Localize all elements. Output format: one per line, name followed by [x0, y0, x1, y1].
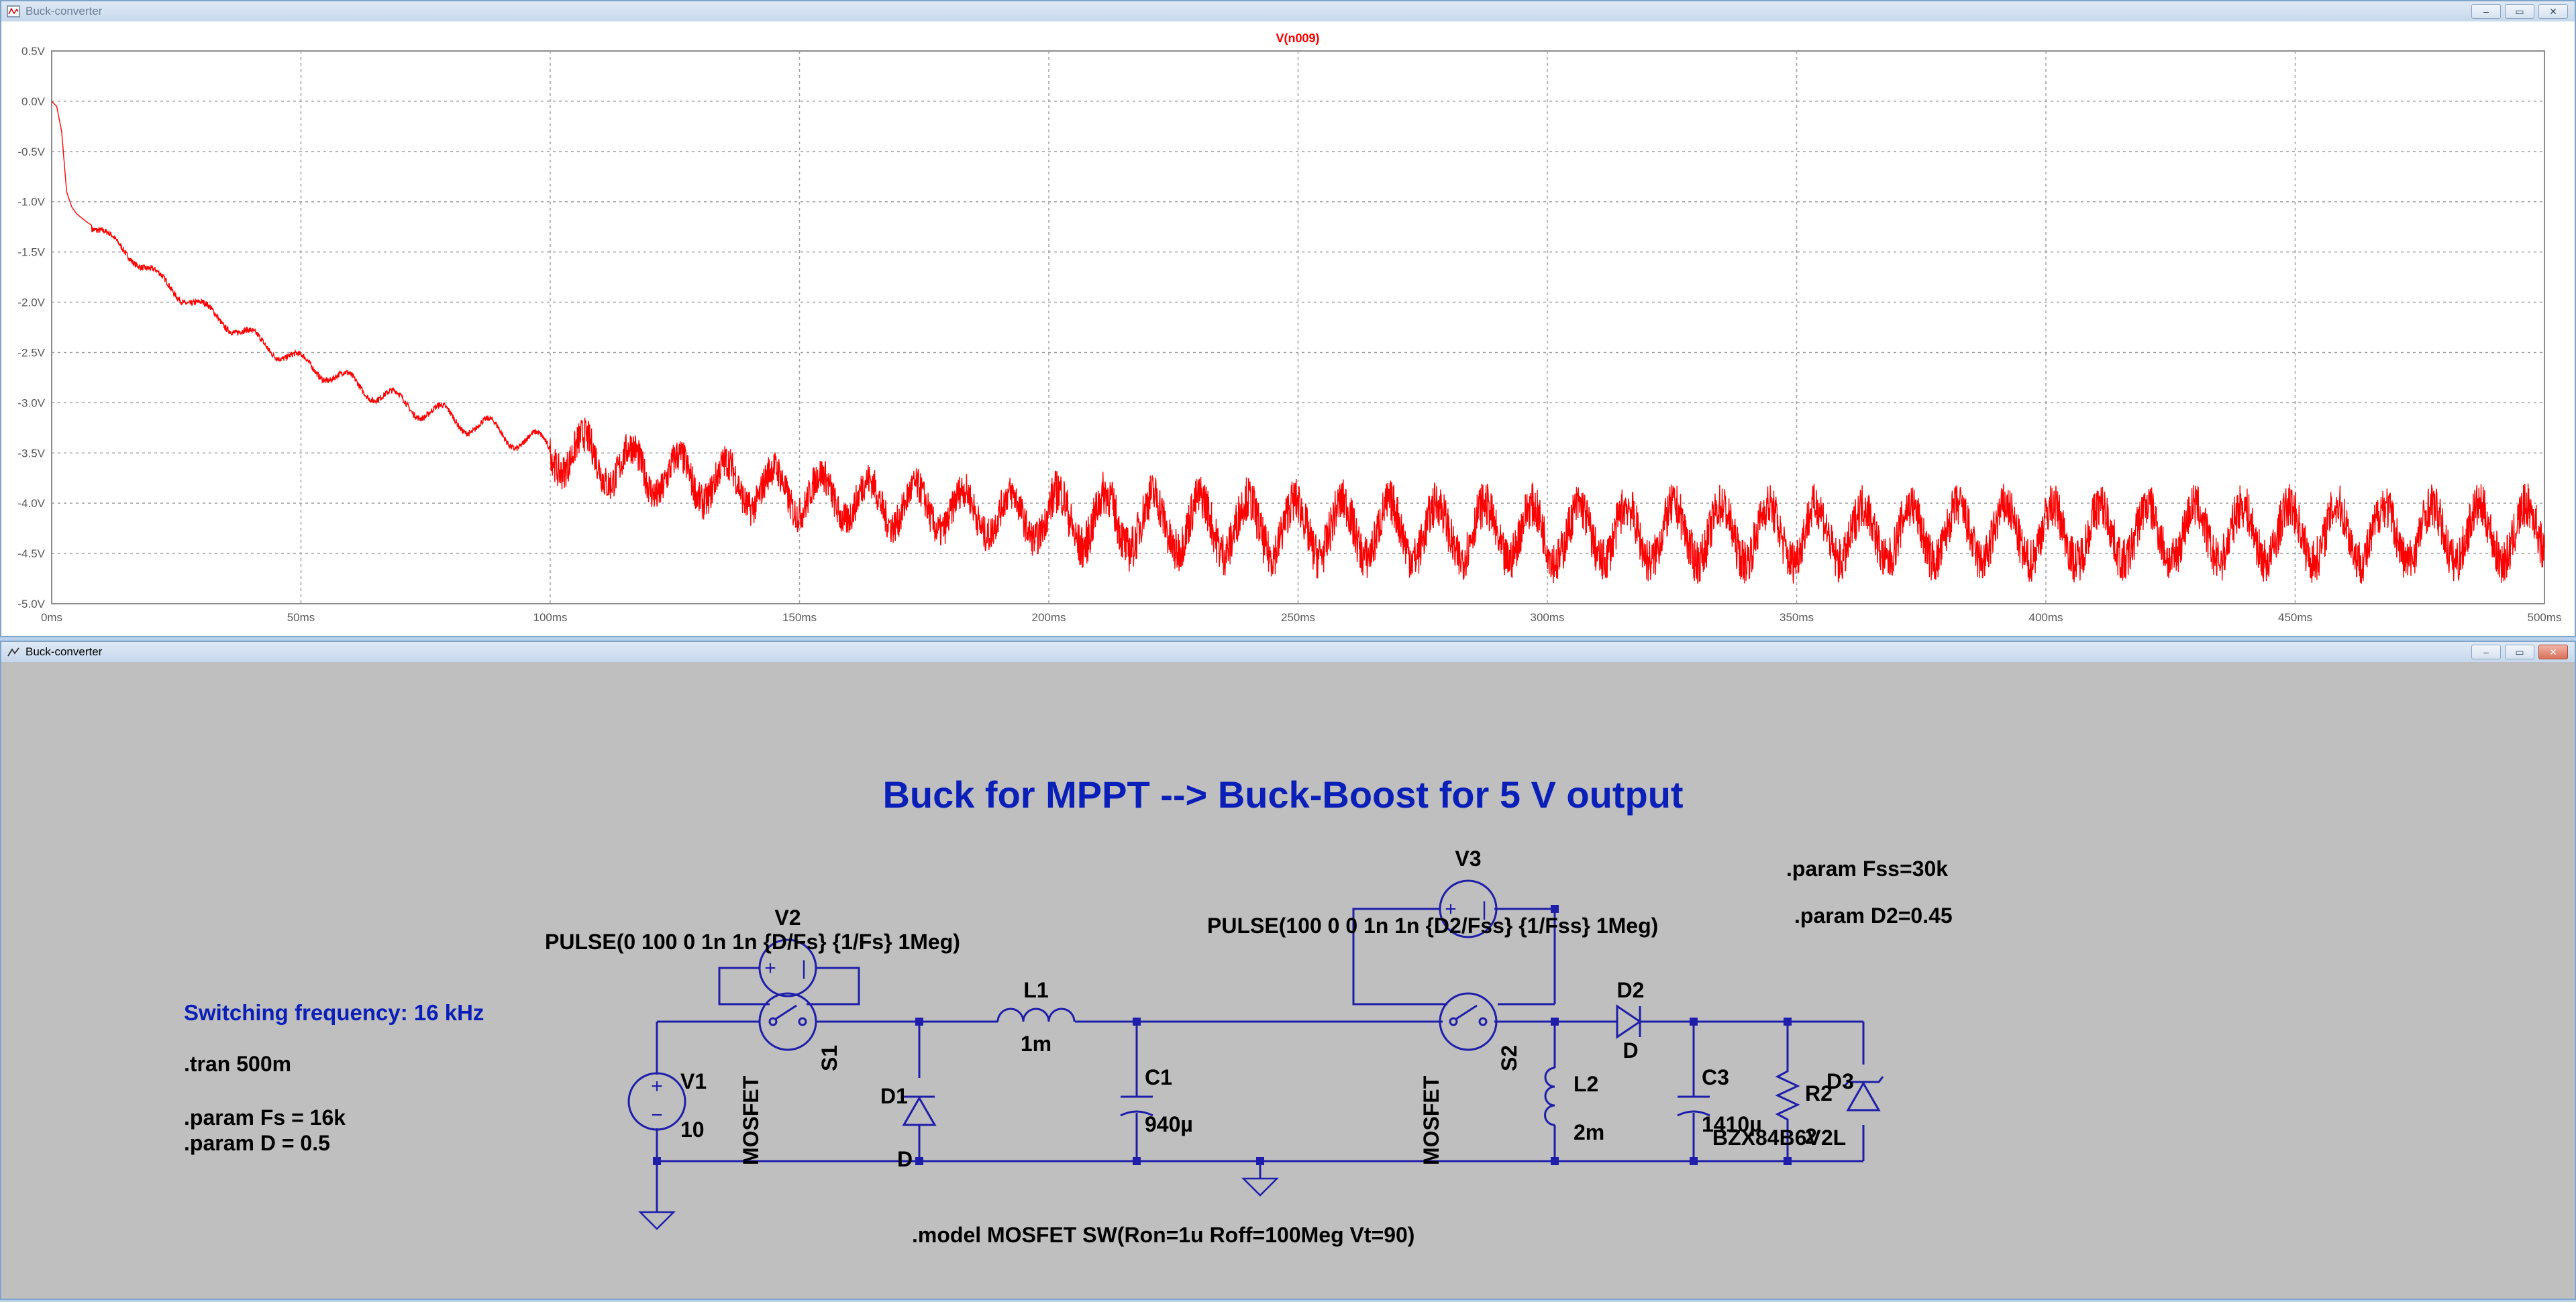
y-tick-label: -4.5V: [17, 547, 45, 560]
diode-d2[interactable]: [1616, 1004, 1642, 1039]
x-tick-label: 100ms: [533, 611, 567, 624]
y-tick-label: -2.0V: [17, 296, 45, 309]
inductor-l2[interactable]: [1544, 1067, 1555, 1126]
y-tick-label: -3.0V: [17, 396, 45, 409]
waveform-plot[interactable]: V(n009) 0ms 50ms 100ms 150ms 200ms 250ms 300ms…: [1, 21, 2575, 636]
plot-area[interactable]: V(n009) 0ms 50ms 100ms 150ms 200ms 250ms 300ms…: [1, 21, 2575, 636]
s1-label: S1: [817, 1045, 841, 1071]
l1-label: L1: [1023, 978, 1048, 1002]
x-tick-label: 50ms: [287, 611, 315, 624]
trace-name-label[interactable]: V(n009): [1276, 32, 1319, 45]
plot-window[interactable]: Buck-converter – ▭ ✕ V(n009) 0ms 50ms 100m…: [0, 0, 2576, 637]
schematic-heading[interactable]: Buck for MPPT --> Buck-Boost for 5 V out…: [882, 773, 1683, 816]
y-tick-label: -1.5V: [17, 246, 45, 259]
svg-text:|: |: [801, 957, 807, 979]
y-tick-label: -4.0V: [17, 497, 45, 510]
d3-label: D3: [1826, 1069, 1854, 1093]
switching-frequency-note[interactable]: Switching frequency: 16 kHz: [184, 1000, 484, 1025]
c1-value: 940µ: [1145, 1112, 1193, 1136]
voltage-source-v1[interactable]: + −: [627, 1072, 686, 1131]
y-tick-label: -1.0V: [17, 196, 45, 209]
v2-value: PULSE(0 100 0 1n 1n {D/Fs} {1/Fs} 1Meg): [545, 930, 960, 954]
v3-label: V3: [1455, 847, 1481, 871]
v1-label: V1: [680, 1069, 707, 1093]
plot-titlebar[interactable]: Buck-converter – ▭ ✕: [1, 1, 2575, 21]
s1-model: MOSFET: [739, 1075, 763, 1165]
c1-label: C1: [1145, 1065, 1172, 1089]
switch-s2[interactable]: [1439, 992, 1498, 1051]
inductor-l1[interactable]: [996, 1008, 1076, 1022]
y-tick-label: -3.5V: [17, 447, 45, 459]
restore-button[interactable]: ▭: [2505, 4, 2534, 19]
minimize-button[interactable]: –: [2471, 4, 2501, 19]
y-tick-label: -0.5V: [17, 146, 45, 158]
d1-label: D1: [880, 1084, 908, 1108]
schematic-drawing[interactable]: Buck for MPPT --> Buck-Boost for 5 V out…: [1, 662, 2575, 1299]
l1-value: 1m: [1021, 1032, 1051, 1056]
v1-value: 10: [680, 1118, 705, 1142]
l2-label: L2: [1574, 1072, 1598, 1096]
x-tick-label: 500ms: [2527, 611, 2561, 624]
schematic-titlebar[interactable]: Buck-converter – ▭ ✕: [1, 642, 2575, 662]
y-tick-label: 0.5V: [21, 45, 46, 58]
d1-model: D: [897, 1147, 913, 1171]
l2-value: 2m: [1574, 1120, 1604, 1144]
resistor-r2[interactable]: [1775, 1065, 1800, 1125]
plot-window-title: Buck-converter: [25, 5, 103, 17]
restore-button[interactable]: ▭: [2505, 645, 2534, 659]
ground-icon: [637, 1177, 1280, 1230]
svg-text:−: −: [651, 1104, 663, 1126]
diode-d1[interactable]: [902, 1095, 937, 1126]
x-tick-label: 150ms: [782, 611, 817, 624]
tran-directive[interactable]: .tran 500m: [184, 1052, 291, 1076]
close-button[interactable]: ✕: [2538, 4, 2568, 19]
y-tick-label: -2.5V: [17, 346, 45, 359]
param-d2-directive[interactable]: .param D2=0.45: [1794, 904, 1953, 928]
schematic-canvas[interactable]: Buck for MPPT --> Buck-Boost for 5 V out…: [1, 662, 2575, 1299]
x-tick-label: 450ms: [2278, 611, 2312, 624]
minimize-button[interactable]: –: [2471, 645, 2501, 659]
switch-s1[interactable]: [758, 992, 817, 1051]
v3-value: PULSE(100 0 0 1n 1n {D2/Fss} {1/Fss} 1Me…: [1207, 914, 1658, 938]
x-tick-label: 200ms: [1031, 611, 1066, 624]
schematic-window[interactable]: Buck-converter – ▭ ✕ Buck for MPPT --> B…: [0, 641, 2576, 1300]
d3-model: BZX84B6V2L: [1712, 1126, 1846, 1150]
y-tick-label: 0.0V: [21, 95, 46, 108]
x-tick-label: 0ms: [41, 611, 62, 624]
v2-label: V2: [774, 906, 801, 930]
x-tick-label: 350ms: [1780, 611, 1814, 624]
schematic-app-icon: [7, 647, 19, 657]
close-button[interactable]: ✕: [2538, 645, 2568, 659]
x-tick-label: 300ms: [1530, 611, 1564, 624]
x-tick-label: 250ms: [1281, 611, 1315, 624]
s2-label: S2: [1497, 1045, 1521, 1071]
param-d-directive[interactable]: .param D = 0.5: [184, 1131, 330, 1155]
waveform-app-icon: [7, 5, 20, 17]
c3-label: C3: [1702, 1065, 1729, 1089]
schematic-window-title: Buck-converter: [25, 645, 103, 658]
y-tick-label: -5.0V: [17, 598, 45, 610]
svg-text:+: +: [651, 1075, 663, 1097]
d2-label: D2: [1617, 978, 1645, 1002]
x-tick-label: 400ms: [2028, 611, 2063, 624]
param-fs-directive[interactable]: .param Fs = 16k: [184, 1105, 346, 1130]
d2-model: D: [1622, 1038, 1638, 1063]
model-directive[interactable]: .model MOSFET SW(Ron=1u Roff=100Meg Vt=9…: [912, 1223, 1414, 1247]
param-fss-directive[interactable]: .param Fss=30k: [1786, 857, 1948, 881]
s2-model: MOSFET: [1419, 1075, 1443, 1165]
svg-text:+: +: [764, 957, 776, 979]
